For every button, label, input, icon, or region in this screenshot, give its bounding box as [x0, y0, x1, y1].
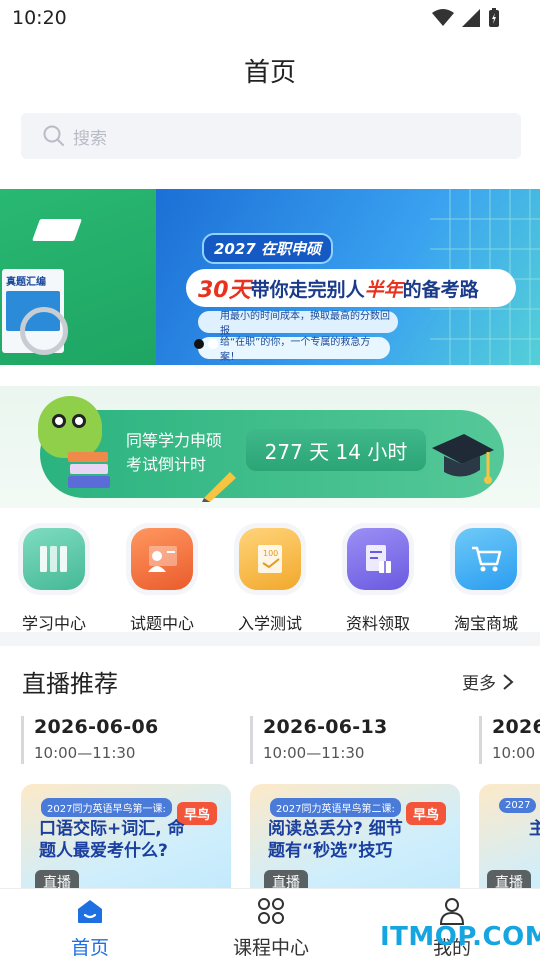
live-section-header: 直播推荐 更多	[0, 664, 540, 700]
person-icon	[439, 898, 465, 925]
banner-tag: 2027 在职申硕	[202, 233, 333, 264]
grid-icon	[258, 898, 284, 924]
battery-icon	[489, 8, 499, 27]
chevron-right-icon	[503, 673, 514, 690]
more-link[interactable]: 更多	[462, 669, 514, 694]
banner-subtitle-1: 用最小的时间成本，换取最高的分数回报	[198, 311, 398, 337]
live-course-card[interactable]: 2027 主 直播	[479, 784, 540, 888]
book-title: 真题汇编	[6, 277, 46, 288]
search-icon	[43, 125, 64, 146]
books-stack-icon	[68, 452, 110, 488]
search-placeholder: 搜索	[73, 128, 107, 149]
live-date-item[interactable]: 2026-06-13 10:00—11:30	[250, 716, 388, 764]
quick-nav-label: 入学测试	[237, 614, 302, 633]
status-icons	[432, 8, 500, 28]
section-divider	[0, 632, 540, 646]
live-course-card[interactable]: 2027同力英语早鸟第二课: 早鸟 阅读总丢分? 细节题有“秒选”技巧 直播	[250, 784, 460, 888]
quick-nav-label: 试题中心	[129, 614, 194, 633]
banner-subtitle-2: 给“在职”的你，一个专属的救急方案！	[198, 337, 390, 363]
test-paper-icon: 100	[239, 528, 301, 590]
quick-nav-study-center[interactable]: 学习中心	[4, 524, 104, 634]
live-badge: 直播	[35, 870, 79, 888]
card-headline: 口语交际+词汇, 命题人最爱考什么?	[39, 819, 185, 861]
promo-banner[interactable]: 真题汇编 2027 在职申硕 30天 带你走完别人 半年 的备考路 用最小的时间…	[0, 189, 540, 365]
quick-nav-entrance-test[interactable]: 100 入学测试	[220, 524, 320, 634]
status-time: 10:20	[12, 7, 67, 29]
countdown-label-line1: 同等学力申硕	[126, 431, 223, 450]
live-badge: 直播	[487, 870, 531, 888]
live-badge: 直播	[264, 870, 308, 888]
cube-icon	[31, 219, 83, 241]
banner-headline: 30天 带你走完别人 半年 的备考路	[186, 269, 516, 307]
home-icon	[78, 900, 102, 923]
quick-nav: 学习中心 试题中心 100 入学测试 资料领取 淘宝商城	[0, 524, 540, 634]
countdown-label-line2: 考试倒计时	[126, 455, 207, 474]
wifi-icon	[432, 9, 454, 26]
watermark: ITMOP.COM	[380, 922, 540, 952]
shopping-cart-icon	[455, 528, 517, 590]
quick-nav-question-center[interactable]: 试题中心	[112, 524, 212, 634]
quick-nav-materials[interactable]: 资料领取	[328, 524, 428, 634]
carousel-indicator[interactable]	[208, 339, 218, 349]
carousel-indicator-active[interactable]	[194, 339, 204, 349]
live-cards-row: 2027同力英语早鸟第一课: 早鸟 口语交际+词汇, 命题人最爱考什么? 直播 …	[0, 784, 540, 888]
document-gift-icon	[347, 528, 409, 590]
quick-nav-label: 学习中心	[21, 614, 86, 633]
teacher-icon	[131, 528, 193, 590]
svg-text:100: 100	[263, 549, 278, 558]
section-title: 直播推荐	[22, 670, 118, 698]
countdown-value: 277 天 14 小时	[246, 429, 426, 471]
tab-home[interactable]: 首页	[30, 897, 150, 960]
card-headline: 主	[529, 819, 540, 839]
page-title: 首页	[243, 58, 296, 88]
books-icon	[23, 528, 85, 590]
quick-nav-label: 资料领取	[345, 614, 410, 633]
status-bar: 10:20	[0, 0, 540, 36]
card-headline: 阅读总丢分? 细节题有“秒选”技巧	[268, 819, 403, 861]
magnifier-icon	[20, 307, 68, 355]
graduation-cap-icon	[432, 434, 494, 484]
signal-icon	[462, 9, 480, 27]
tab-course-center[interactable]: 课程中心	[211, 897, 331, 960]
quick-nav-taobao-mall[interactable]: 淘宝商城	[436, 524, 536, 634]
live-course-card[interactable]: 2027同力英语早鸟第一课: 早鸟 口语交际+词汇, 命题人最爱考什么? 直播	[21, 784, 231, 888]
live-date-item[interactable]: 2026 10:00	[479, 716, 540, 764]
banner-left-panel: 真题汇编	[0, 189, 156, 365]
quick-nav-label: 淘宝商城	[453, 614, 518, 633]
live-date-item[interactable]: 2026-06-06 10:00—11:30	[21, 716, 159, 764]
search-input[interactable]: 搜索	[21, 113, 521, 159]
pencil-icon	[202, 472, 236, 502]
